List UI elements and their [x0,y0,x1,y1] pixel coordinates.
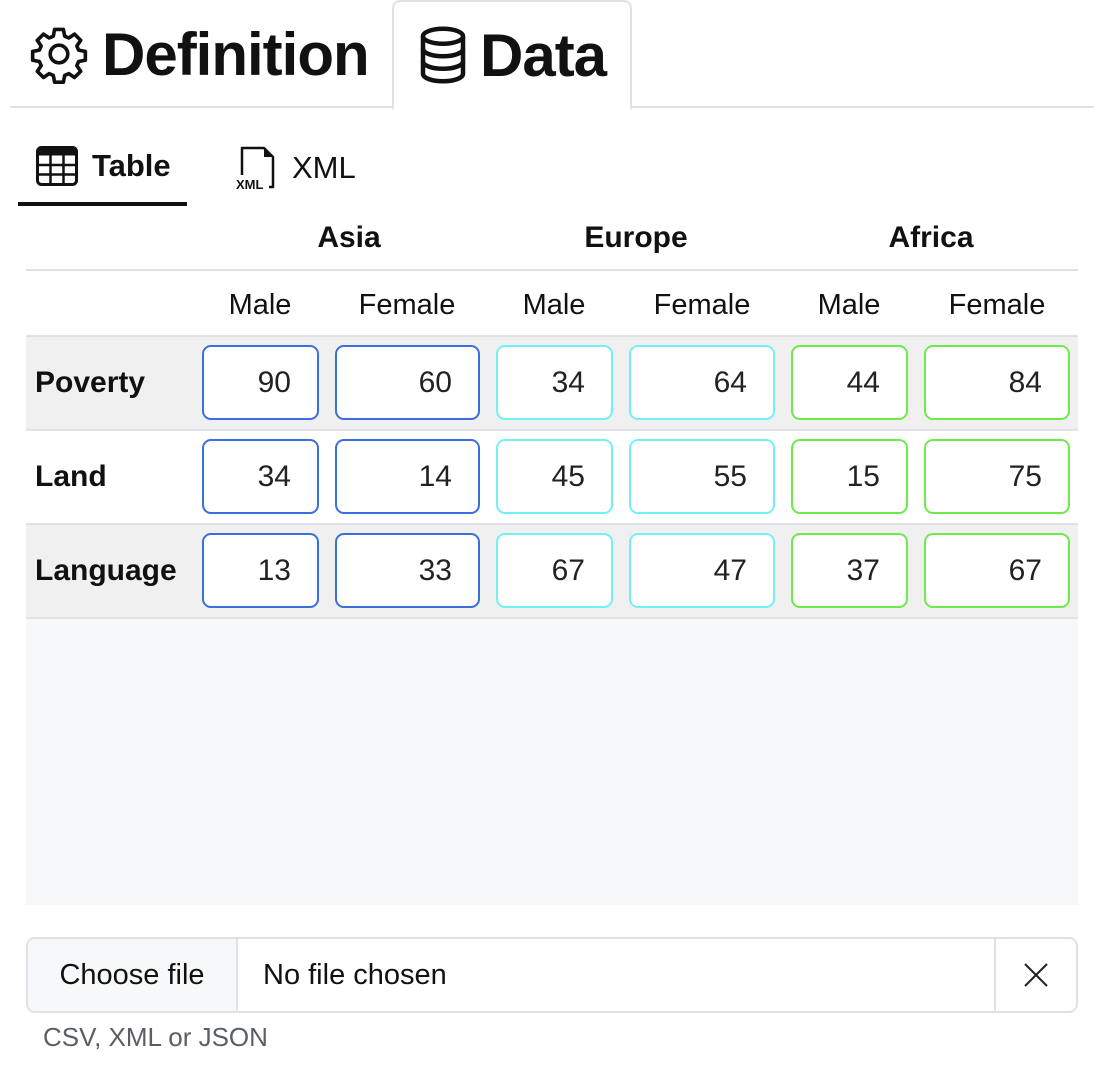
file-status: No file chosen [263,958,447,991]
region-header-row: Asia Europe Africa [26,205,1078,271]
cell-africa-male[interactable] [791,345,908,420]
subtab-table[interactable]: Table [18,130,187,206]
cell-africa-male[interactable] [791,533,908,608]
database-icon [420,26,466,84]
cell-asia-female[interactable] [335,533,480,608]
region-header: Europe [584,221,688,254]
cell-asia-male[interactable] [202,533,319,608]
gender-header: Female [948,289,1046,321]
table-icon [36,146,78,186]
main-tabs: Definition Data [10,0,1094,110]
data-table: Asia Europe Africa Male Female Male Fema… [26,205,1078,905]
table-row-poverty: Poverty [26,337,1078,431]
cell-africa-female[interactable] [924,345,1070,420]
tab-data-label: Data [480,21,607,89]
cell-europe-male[interactable] [496,533,613,608]
gender-header: Male [228,289,292,321]
close-icon [1024,963,1048,987]
clear-file-button[interactable] [994,939,1076,1011]
cell-africa-female[interactable] [924,439,1070,514]
cell-europe-female[interactable] [629,439,775,514]
cell-europe-male[interactable] [496,439,613,514]
cell-africa-male[interactable] [791,439,908,514]
tab-data[interactable]: Data [392,0,632,110]
file-input: Choose file No file chosen [26,937,1078,1013]
gear-icon [30,27,88,84]
subtab-xml[interactable]: XML XML [236,130,356,206]
cell-asia-male[interactable] [202,439,319,514]
xml-file-icon: XML [236,146,275,191]
cell-asia-female[interactable] [335,439,480,514]
region-header: Asia [317,221,381,254]
svg-text:XML: XML [236,177,264,191]
choose-file-button[interactable]: Choose file [28,939,238,1011]
subtab-xml-label: XML [292,150,356,185]
tab-definition[interactable]: Definition [28,0,370,108]
row-label: Language [35,554,177,587]
gender-header-row: Male Female Male Female Male Female [26,271,1078,337]
cell-europe-female[interactable] [629,533,775,608]
gender-header: Male [522,289,586,321]
cell-europe-female[interactable] [629,345,775,420]
gender-header: Female [653,289,751,321]
region-header: Africa [888,221,974,254]
row-label: Poverty [35,366,146,399]
subtab-table-label: Table [92,148,171,183]
cell-europe-male[interactable] [496,345,613,420]
table-empty-area [26,619,1078,905]
tab-definition-label: Definition [102,20,370,88]
cell-africa-female[interactable] [924,533,1070,608]
table-row-language: Language [26,525,1078,619]
gender-header: Male [817,289,881,321]
file-format-hint: CSV, XML or JSON [43,1022,268,1052]
cell-asia-male[interactable] [202,345,319,420]
gender-header: Female [358,289,456,321]
row-label: Land [35,460,107,493]
cell-asia-female[interactable] [335,345,480,420]
table-row-land: Land [26,431,1078,525]
